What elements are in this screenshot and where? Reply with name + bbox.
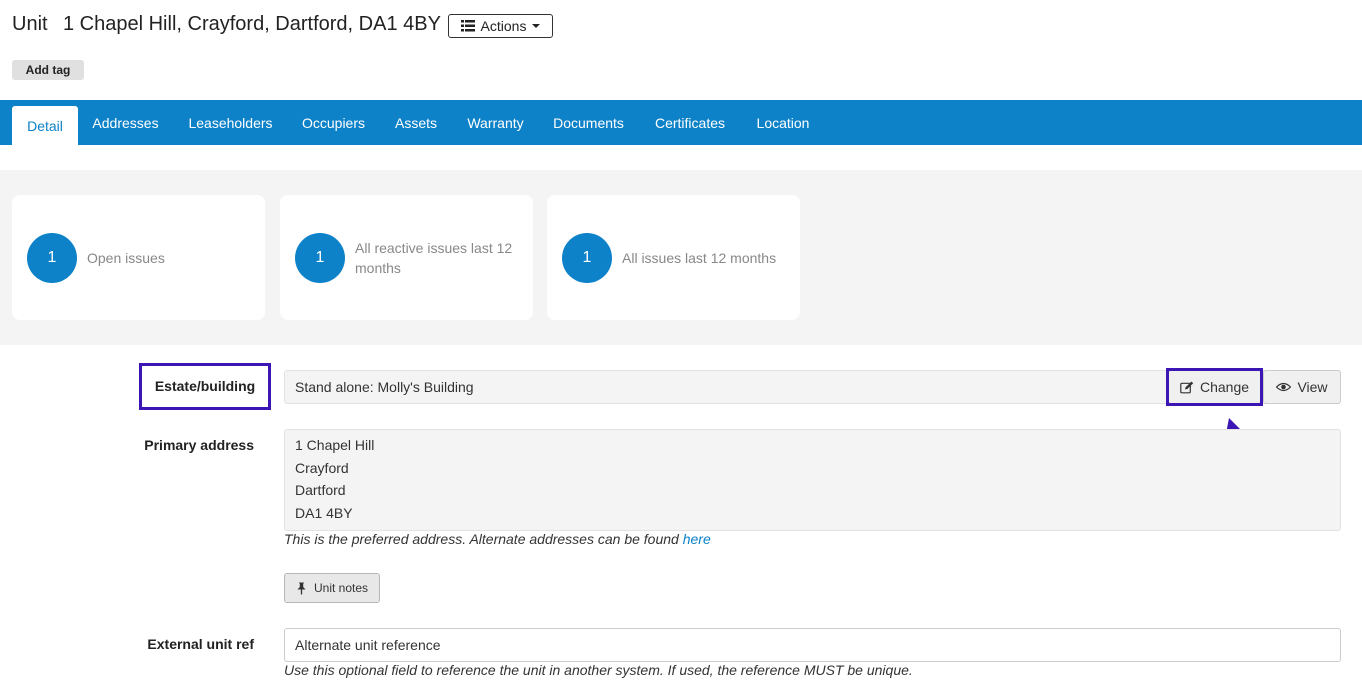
estate-value-text: Stand alone: Molly's Building	[295, 379, 474, 395]
tab-assets[interactable]: Assets	[385, 100, 447, 145]
tab-documents[interactable]: Documents	[544, 100, 633, 145]
tab-location[interactable]: Location	[747, 100, 819, 145]
view-label: View	[1297, 379, 1328, 395]
tab-certificates[interactable]: Certificates	[645, 100, 735, 145]
add-tag-button[interactable]: Add tag	[12, 60, 84, 80]
stat-card-open-issues[interactable]: 1 Open issues	[12, 195, 265, 320]
address-line: Crayford	[295, 459, 349, 476]
stat-count: 1	[295, 233, 345, 283]
unit-notes-button[interactable]: Unit notes	[284, 573, 380, 603]
address-line: Dartford	[295, 482, 346, 498]
list-icon	[460, 20, 475, 32]
unit-notes-label: Unit notes	[313, 581, 369, 595]
view-button[interactable]: View	[1263, 370, 1341, 404]
tab-detail[interactable]: Detail	[12, 106, 78, 145]
primary-address-help-text: This is the preferred address. Alternate…	[284, 531, 679, 547]
stat-count: 1	[27, 233, 77, 283]
stat-card-all-issues[interactable]: 1 All issues last 12 months	[547, 195, 800, 320]
primary-address-value: 1 Chapel Hill Crayford Dartford DA1 4BY	[284, 429, 1341, 531]
stats-panel: 1 Open issues 1 All reactive issues last…	[0, 170, 1362, 345]
stat-card-reactive-issues[interactable]: 1 All reactive issues last 12 months	[280, 195, 533, 320]
estate-label: Estate/building	[154, 378, 256, 394]
primary-address-label: Primary address	[144, 437, 254, 453]
stat-label: All issues last 12 months	[622, 249, 777, 266]
change-button-highlight	[1166, 368, 1263, 406]
address-line: DA1 4BY	[295, 504, 353, 521]
tab-addresses[interactable]: Addresses	[84, 100, 167, 145]
address-line: 1 Chapel Hill	[295, 437, 375, 453]
tab-warranty[interactable]: Warranty	[458, 100, 533, 145]
external-ref-help: Use this optional field to reference the…	[284, 662, 913, 678]
actions-label: Actions	[480, 18, 527, 34]
external-ref-label: External unit ref	[147, 636, 254, 652]
tab-bar: Detail Addresses Leaseholders Occupiers …	[0, 100, 1362, 145]
caret-down-icon	[532, 24, 541, 28]
page-title: 1 Chapel Hill, Crayford, Dartford, DA1 4…	[63, 13, 441, 35]
actions-button[interactable]: Actions	[448, 14, 553, 38]
page-header: Unit 1 Chapel Hill, Crayford, Dartford, …	[0, 0, 1362, 100]
primary-address-help: This is the preferred address. Alternate…	[284, 531, 711, 547]
stat-label: Open issues	[87, 249, 165, 266]
external-ref-input[interactable]: Alternate unit reference	[284, 628, 1341, 662]
alternate-addresses-link[interactable]: here	[683, 531, 711, 547]
pin-icon	[297, 582, 306, 594]
eye-icon	[1276, 382, 1292, 392]
tab-occupiers[interactable]: Occupiers	[293, 100, 374, 145]
page-title-prefix: Unit	[12, 13, 48, 35]
stat-count: 1	[562, 233, 612, 283]
tab-leaseholders[interactable]: Leaseholders	[180, 100, 281, 145]
stat-label: All reactive issues last 12 months	[355, 239, 513, 276]
